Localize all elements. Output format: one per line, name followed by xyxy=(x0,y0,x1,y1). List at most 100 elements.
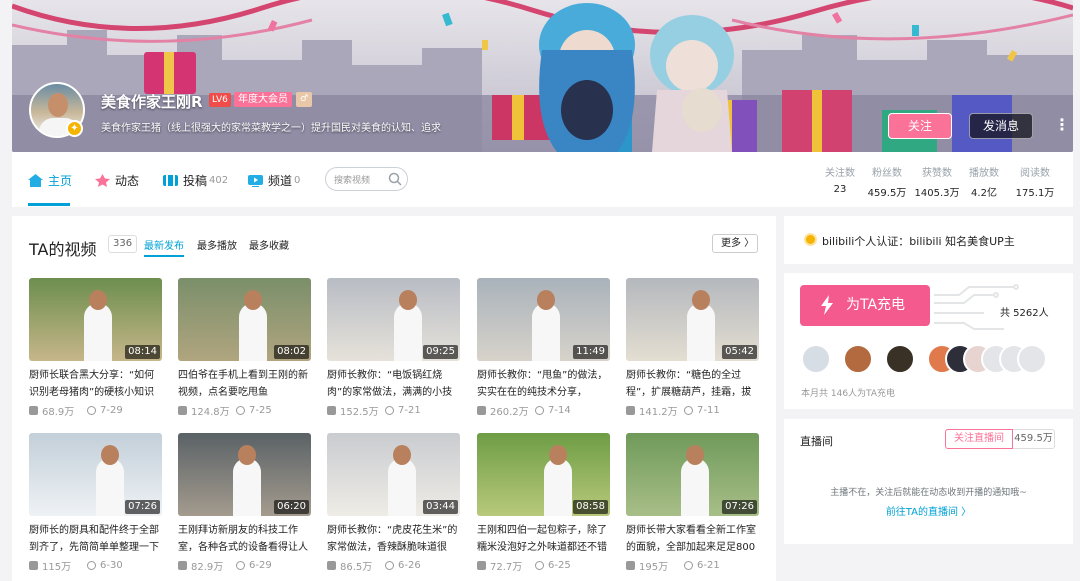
message-button[interactable]: 发消息 xyxy=(969,113,1033,139)
video-title[interactable]: 厨师长带大家看看全新工作室的面貌，全部加起来足足800 xyxy=(626,522,759,556)
upload-date: 7-11 xyxy=(697,405,720,416)
tab-dynamic[interactable]: 动态 xyxy=(95,172,139,189)
more-options-icon[interactable]: ⋮ xyxy=(1052,116,1072,136)
sort-most-favorited[interactable]: 最多收藏 xyxy=(249,237,289,252)
go-to-live-room-link[interactable]: 前往TA的直播间 〉 xyxy=(784,503,1073,518)
video-title[interactable]: 厨师长教你：“糖色的全过程”，扩展糖葫芦，挂霜，拔 xyxy=(626,367,759,401)
stat-following[interactable]: 关注数 23 xyxy=(818,164,862,195)
video-card[interactable]: 06:20 王刚拜访新朋友的科技工作室，各种各式的设备看得让人 82.9万 6-29 xyxy=(178,433,311,573)
video-card[interactable]: 08:58 王刚和四伯一起包粽子，除了糯米没泡好之外味道都还不错 72.7万 6-25 xyxy=(477,433,610,573)
upload-date: 6-26 xyxy=(398,560,421,571)
video-title[interactable]: 厨师长教你：“虎皮花生米”的家常做法，香辣酥脆味道很 xyxy=(327,522,460,556)
video-title[interactable]: 厨师长教你：“电饭锅红烧肉”的家常做法，满满的小技 xyxy=(327,367,460,401)
play-count-icon xyxy=(29,561,38,570)
clock-icon xyxy=(535,561,544,570)
thumbnail-chef-head xyxy=(549,445,567,465)
video-title[interactable]: 王刚和四伯一起包粽子，除了糯米没泡好之外味道都还不错 xyxy=(477,522,610,556)
video-card[interactable]: 07:26 厨师长的厨具和配件终于全部到齐了，先简简单单整理一下 115万 6-30 xyxy=(29,433,162,573)
video-thumbnail[interactable]: 03:44 xyxy=(327,433,460,516)
video-thumbnail[interactable]: 07:26 xyxy=(626,433,759,516)
video-card[interactable]: 08:14 厨师长联合黑大分享：“如何识别老母猪肉”的硬核小知识 68.9万 7-29 xyxy=(29,278,162,418)
video-date: 6-25 xyxy=(535,560,571,571)
video-duration: 07:26 xyxy=(722,500,757,514)
video-thumbnail[interactable]: 06:20 xyxy=(178,433,311,516)
video-plays: 195万 xyxy=(626,558,684,573)
stat-label: 阅读数 xyxy=(1020,168,1050,179)
clock-icon xyxy=(385,406,394,415)
stat-value: 4.2亿 xyxy=(971,188,997,199)
video-thumbnail[interactable]: 11:49 xyxy=(477,278,610,361)
search-icon[interactable] xyxy=(388,172,402,186)
play-count: 141.2万 xyxy=(639,407,678,418)
upload-date: 7-21 xyxy=(398,405,421,416)
video-meta: 260.2万 7-14 xyxy=(477,403,610,418)
video-thumbnail[interactable]: 08:14 xyxy=(29,278,162,361)
clock-icon xyxy=(684,406,693,415)
video-title[interactable]: 四伯爷在手机上看到王刚的新视频，点名要吃甩鱼 xyxy=(178,367,311,401)
sort-latest[interactable]: 最新发布 xyxy=(144,237,184,252)
gender-icon: ♂ xyxy=(296,92,312,107)
thumbnail-chef-figure xyxy=(532,303,560,361)
thumbnail-chef-head xyxy=(686,445,704,465)
play-count-icon xyxy=(626,561,635,570)
video-card[interactable]: 08:02 四伯爷在手机上看到王刚的新视频，点名要吃甩鱼 124.8万 7-25 xyxy=(178,278,311,418)
video-date: 7-14 xyxy=(535,405,571,416)
video-meta: 82.9万 6-29 xyxy=(178,558,311,573)
video-meta: 72.7万 6-25 xyxy=(477,558,610,573)
thumbnail-chef-figure xyxy=(239,303,267,361)
follow-live-button[interactable]: 关注直播间 xyxy=(945,429,1013,449)
username: 美食作家王刚R xyxy=(101,93,203,111)
video-thumbnail[interactable]: 08:58 xyxy=(477,433,610,516)
video-card[interactable]: 03:44 厨师长教你：“虎皮花生米”的家常做法，香辣酥脆味道很 86.5万 6-26 xyxy=(327,433,460,573)
video-duration: 03:44 xyxy=(423,500,458,514)
video-title[interactable]: 厨师长联合黑大分享：“如何识别老母猪肉”的硬核小知识 xyxy=(29,367,162,401)
play-count: 82.9万 xyxy=(191,562,224,573)
sort-most-played[interactable]: 最多播放 xyxy=(197,237,237,252)
more-videos-button[interactable]: 更多 〉 xyxy=(712,234,758,253)
thumbnail-chef-head xyxy=(238,445,256,465)
video-thumbnail[interactable]: 09:25 xyxy=(327,278,460,361)
video-thumbnail[interactable]: 07:26 xyxy=(29,433,162,516)
channel-icon xyxy=(248,175,263,187)
charge-panel: 为TA充电 共 5262人 本月共 146人为TA充电 xyxy=(784,273,1073,409)
video-thumbnail[interactable]: 08:02 xyxy=(178,278,311,361)
fan-avatar[interactable] xyxy=(843,344,873,374)
video-thumbnail[interactable]: 05:42 xyxy=(626,278,759,361)
thumbnail-chef-figure xyxy=(681,458,709,516)
stat-followers[interactable]: 粉丝数 459.5万 xyxy=(865,164,909,199)
video-title[interactable]: 厨师长教你：“甩鱼”的做法，实实在在的纯技术分享， xyxy=(477,367,610,401)
video-title[interactable]: 厨师长的厨具和配件终于全部到齐了，先简简单单整理一下 xyxy=(29,522,162,556)
video-search-input[interactable]: 搜索视频 xyxy=(325,167,408,191)
profile-banner: ✦ 美食作家王刚R LV6 年度大会员 ♂ 美食作家王猪（线上很强大的家常菜教学… xyxy=(12,0,1073,152)
stat-likes: 获赞数 1405.3万 xyxy=(912,164,962,199)
charge-button[interactable]: 为TA充电 xyxy=(800,285,930,326)
fan-avatar[interactable] xyxy=(1017,344,1047,374)
video-meta: 152.5万 7-21 xyxy=(327,403,460,418)
play-count: 124.8万 xyxy=(191,407,230,418)
video-card[interactable]: 05:42 厨师长教你：“糖色的全过程”，扩展糖葫芦，挂霜，拔 141.2万 7-11 xyxy=(626,278,759,418)
tab-home[interactable]: 主页 xyxy=(28,172,72,189)
lightning-icon xyxy=(821,295,833,315)
play-count-icon xyxy=(29,406,38,415)
video-duration: 06:20 xyxy=(274,500,309,514)
video-date: 7-29 xyxy=(87,405,123,416)
video-duration: 11:49 xyxy=(573,345,608,359)
upload-date: 6-21 xyxy=(697,560,720,571)
tab-channels[interactable]: 频道 0 xyxy=(248,172,300,189)
video-card[interactable]: 09:25 厨师长教你：“电饭锅红烧肉”的家常做法，满满的小技 152.5万 7-21 xyxy=(327,278,460,418)
stat-label: 获赞数 xyxy=(922,168,952,179)
avatar-face xyxy=(48,93,68,117)
video-meta: 124.8万 7-25 xyxy=(178,403,311,418)
video-plays: 72.7万 xyxy=(477,558,535,573)
video-card[interactable]: 11:49 厨师长教你：“甩鱼”的做法，实实在在的纯技术分享， 260.2万 7-14 xyxy=(477,278,610,418)
upload-date: 6-29 xyxy=(249,560,272,571)
clock-icon xyxy=(535,406,544,415)
follow-button[interactable]: 关注 xyxy=(888,113,952,139)
tab-uploads[interactable]: 投稿 402 xyxy=(163,172,228,189)
fan-avatar[interactable] xyxy=(801,344,831,374)
video-title[interactable]: 王刚拜访新朋友的科技工作室，各种各式的设备看得让人 xyxy=(178,522,311,556)
play-count: 152.5万 xyxy=(340,407,379,418)
video-card[interactable]: 07:26 厨师长带大家看看全新工作室的面貌，全部加起来足足800 195万 6-21 xyxy=(626,433,759,573)
thumbnail-chef-head xyxy=(89,290,107,310)
fan-avatar[interactable] xyxy=(885,344,915,374)
